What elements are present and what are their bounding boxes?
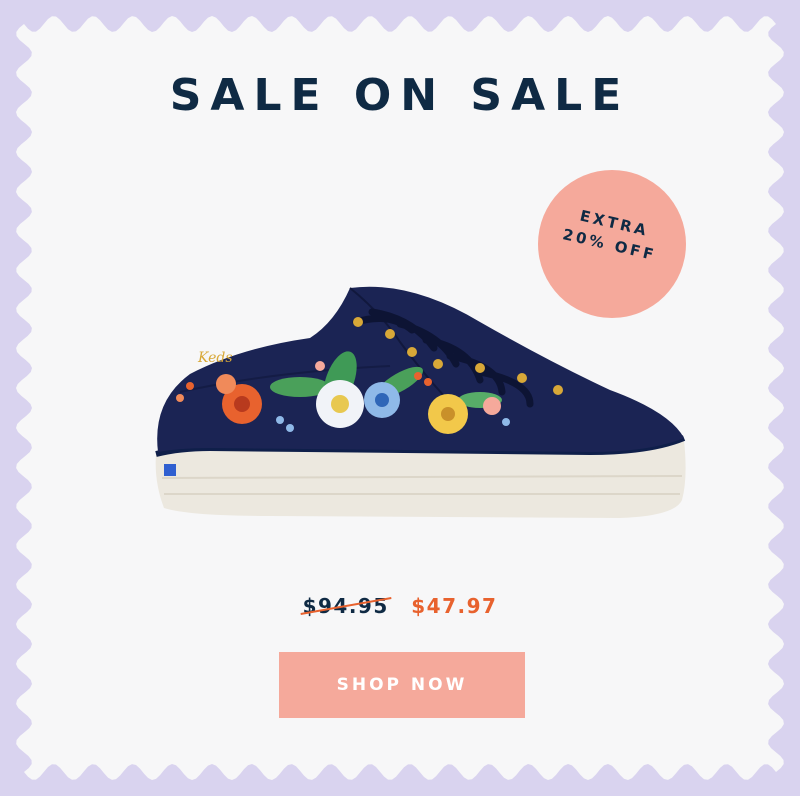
promo-card: SALE ON SALE EXTRA 20% OFF Keds $94.95 $…	[0, 0, 800, 796]
shop-now-button[interactable]: SHOP NOW	[279, 652, 525, 718]
svg-text:Keds: Keds	[197, 350, 233, 366]
product-image[interactable]: Keds	[150, 282, 690, 532]
headline: SALE ON SALE	[169, 70, 631, 121]
original-price: $94.95	[302, 594, 389, 618]
price-row: $94.95 $47.97	[0, 594, 800, 618]
sale-price: $47.97	[411, 594, 498, 618]
